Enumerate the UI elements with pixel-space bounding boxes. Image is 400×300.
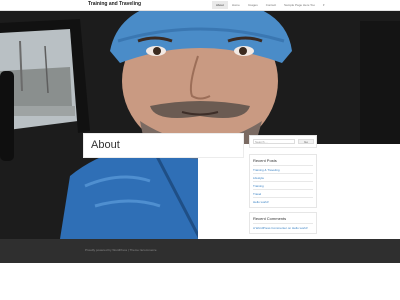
recent-comments-title: Recent Comments — [253, 216, 287, 221]
nav-item-home[interactable]: Home — [228, 1, 244, 9]
search-widget: Search ... Go — [249, 135, 317, 148]
recent-post-link[interactable]: Training & Traveling — [253, 168, 280, 172]
page-title: About — [91, 139, 120, 151]
page-bottom-blank — [0, 263, 400, 300]
recent-post-link[interactable]: Training — [253, 184, 264, 188]
recent-posts-title: Recent Posts — [253, 158, 277, 163]
header-photo — [0, 11, 400, 144]
divider — [253, 181, 313, 182]
footer-credits[interactable]: Proudly powered by WordPress | Theme: Ec… — [85, 248, 157, 252]
divider — [253, 189, 313, 190]
nav-item-about[interactable]: About — [212, 1, 228, 9]
search-button[interactable]: Go — [298, 139, 314, 144]
selfie-photo — [0, 11, 400, 144]
divider — [253, 165, 313, 166]
recent-comments-widget: Recent Comments A WordPress Commenter on… — [249, 212, 317, 234]
selfie-photo-continued — [0, 144, 198, 239]
divider — [253, 223, 313, 224]
top-navigation-bar: Training and Traveling About Home Images… — [0, 0, 400, 11]
recent-comment-link[interactable]: A WordPress Commenter on Hello world! — [253, 226, 308, 230]
recent-post-link[interactable]: Travel — [253, 192, 261, 196]
search-input[interactable]: Search ... — [253, 139, 295, 144]
page-title-box: About — [83, 133, 244, 158]
recent-post-link[interactable]: Lifestyle — [253, 176, 264, 180]
nav-item-contact[interactable]: Contact — [262, 1, 280, 9]
main-menu: About Home Images Contact Sample Page He… — [212, 1, 329, 9]
recent-post-link[interactable]: Hello world! — [253, 200, 269, 204]
site-footer: Proudly powered by WordPress | Theme: Ec… — [0, 239, 400, 263]
header-photo-lower — [0, 144, 198, 239]
site-title[interactable]: Training and Traveling — [88, 1, 141, 7]
chevron-down-icon[interactable]: ▾ — [319, 1, 329, 9]
nav-item-sample-page[interactable]: Sample Page Here Too — [280, 1, 319, 9]
nav-item-images[interactable]: Images — [244, 1, 262, 9]
divider — [253, 173, 313, 174]
divider — [253, 197, 313, 198]
recent-posts-widget: Recent Posts Training & Traveling Lifest… — [249, 154, 317, 208]
